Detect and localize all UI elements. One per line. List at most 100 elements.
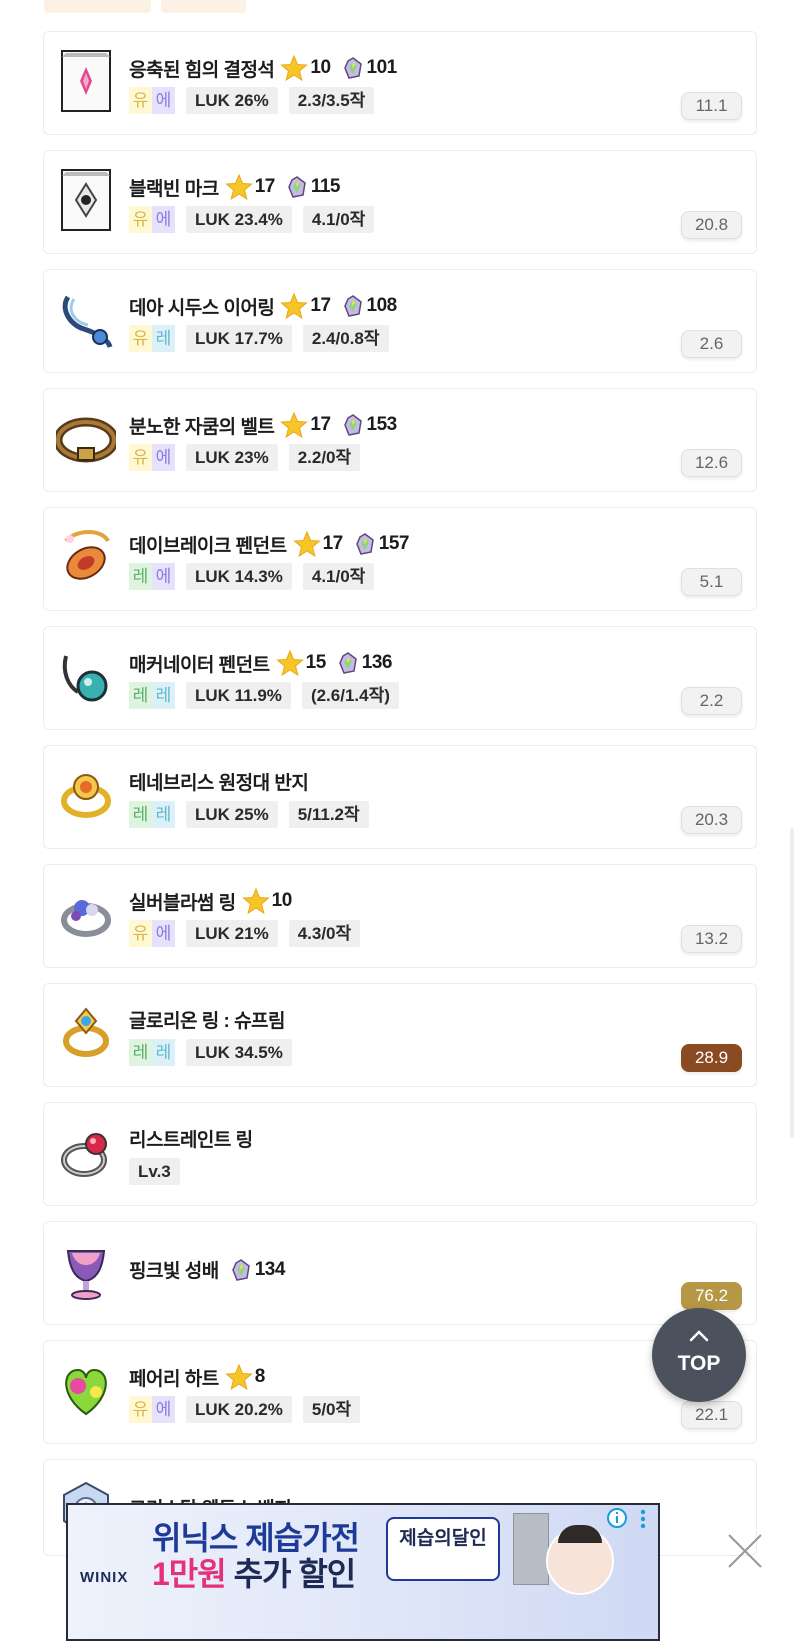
item-title-row: 블랙빈 마크 17 115 bbox=[129, 173, 340, 201]
stat-chip: 2.4/0.8작 bbox=[302, 325, 389, 352]
pendant-teal-icon bbox=[56, 642, 116, 710]
item-chip-row: 레 레 LUK 34.5% bbox=[129, 1039, 292, 1066]
more-options-icon[interactable] bbox=[640, 1509, 646, 1529]
potential-grade-badge: 레레 bbox=[129, 801, 175, 828]
filter-pill[interactable] bbox=[44, 0, 151, 13]
grade-letter: 유 bbox=[129, 1396, 152, 1423]
stat-chip: LUK 20.2% bbox=[186, 1396, 292, 1423]
stat-chip: 2.3/3.5작 bbox=[288, 87, 375, 114]
flame-gem-icon bbox=[338, 652, 357, 674]
equipment-card[interactable]: 글로리온 링 : 슈프림레 레 LUK 34.5% 28.9 bbox=[43, 983, 757, 1087]
flame-gem-icon bbox=[355, 533, 374, 555]
ad-subheadline: 1만원 추가 할인 bbox=[152, 1549, 356, 1595]
item-title-row: 핑크빛 성배 134 bbox=[129, 1256, 285, 1283]
stat-chip: LUK 23.4% bbox=[186, 206, 292, 233]
ring-silver-icon bbox=[56, 880, 116, 948]
grade-letter: 레 bbox=[129, 563, 152, 590]
star-count: 17 bbox=[322, 533, 344, 554]
stat-chip: 5/0작 bbox=[302, 1396, 361, 1423]
grade-letter: 레 bbox=[129, 801, 152, 828]
stat-chip: LUK 17.7% bbox=[186, 325, 292, 352]
equipment-card[interactable]: 응축된 힘의 결정석 10 101 유 에 LUK 26% 2.3/3.5작 11.1 bbox=[43, 31, 757, 135]
item-name: 분노한 자쿰의 벨트 bbox=[129, 416, 275, 438]
top-filter-pills bbox=[44, 0, 246, 13]
flame-gem-icon bbox=[231, 1258, 250, 1281]
flame-score: 108 bbox=[366, 295, 398, 316]
belt-icon bbox=[56, 404, 116, 472]
ad-model-image bbox=[546, 1525, 614, 1595]
item-chip-row: Lv.3 bbox=[129, 1158, 180, 1185]
equipment-card[interactable]: 블랙빈 마크 17 115 유 에 LUK 23.4% 4.1/0작 20.8 bbox=[43, 150, 757, 254]
flame-gem-icon bbox=[288, 176, 306, 198]
potential-grade-badge: 유에 bbox=[129, 206, 175, 233]
potential-grade-badge: 유에 bbox=[129, 444, 175, 471]
item-name: 블랙빈 마크 bbox=[129, 178, 219, 200]
equipment-card[interactable]: 페어리 하트 8 유 에 LUK 20.2% 5/0작 22.1 bbox=[43, 1340, 757, 1444]
ad-cta-button[interactable]: 제습의달인 bbox=[386, 1517, 500, 1581]
grade-letter: 에 bbox=[152, 920, 175, 947]
stat-chip: LUK 14.3% bbox=[186, 563, 292, 590]
item-name: 핑크빛 성배 bbox=[129, 1261, 219, 1282]
flame-gem-icon bbox=[343, 414, 362, 436]
equipment-card[interactable]: 핑크빛 성배 134 76.2 bbox=[43, 1221, 757, 1325]
equipment-card[interactable]: 데아 시두스 이어링 17 108 유 레 LUK 17.7% 2.4/0.8작 2.6 bbox=[43, 269, 757, 373]
item-chip-row: 유 에 LUK 23% 2.2/0작 bbox=[129, 444, 361, 471]
item-title-row: 데아 시두스 이어링 17 108 bbox=[129, 292, 397, 320]
close-ad-icon[interactable] bbox=[726, 1532, 764, 1570]
potential-grade-badge: 유레 bbox=[129, 325, 175, 352]
star-force-icon bbox=[241, 887, 270, 915]
stat-chip: 2.2/0작 bbox=[288, 444, 361, 471]
item-title-row: 데이브레이크 펜던트 17 157 bbox=[129, 530, 409, 558]
star-force-icon bbox=[292, 530, 321, 558]
score-badge: 22.1 bbox=[681, 1401, 742, 1429]
item-chip-row: 레 레 LUK 11.9% (2.6/1.4작) bbox=[129, 682, 399, 709]
grade-letter: 유 bbox=[129, 444, 152, 471]
potential-grade-badge: 유에 bbox=[129, 920, 175, 947]
equipment-card[interactable]: 데이브레이크 펜던트 17 157 레 에 LUK 14.3% 4.1/0작 5.1 bbox=[43, 507, 757, 611]
grade-letter: 유 bbox=[129, 87, 152, 114]
grade-letter: 유 bbox=[129, 920, 152, 947]
item-chip-row: 유 에 LUK 23.4% 4.1/0작 bbox=[129, 206, 375, 233]
item-title-row: 글로리온 링 : 슈프림 bbox=[129, 1006, 286, 1033]
flame-score: 101 bbox=[366, 57, 398, 78]
flame-score: 153 bbox=[366, 414, 398, 435]
grade-letter: 레 bbox=[152, 801, 175, 828]
grade-letter: 레 bbox=[129, 682, 152, 709]
chalice-icon bbox=[56, 1237, 116, 1305]
grade-letter: 에 bbox=[152, 206, 175, 233]
grade-letter: 에 bbox=[152, 563, 175, 590]
flame-score: 157 bbox=[378, 533, 410, 554]
flame-score: 115 bbox=[310, 176, 341, 197]
filter-pill[interactable] bbox=[161, 0, 246, 13]
item-name: 실버블라썸 링 bbox=[129, 892, 236, 914]
star-force-icon bbox=[275, 649, 304, 677]
scrollbar[interactable] bbox=[790, 828, 794, 1138]
stat-chip: 4.1/0작 bbox=[302, 563, 375, 590]
score-badge: 11.1 bbox=[681, 92, 742, 120]
item-name: 글로리온 링 : 슈프림 bbox=[129, 1011, 286, 1032]
grade-letter: 레 bbox=[152, 682, 175, 709]
item-chip-row: 유 에 LUK 26% 2.3/3.5작 bbox=[129, 87, 375, 114]
info-icon[interactable] bbox=[606, 1507, 628, 1529]
star-count: 15 bbox=[305, 652, 327, 673]
item-title-row: 분노한 자쿰의 벨트 17 153 bbox=[129, 411, 397, 439]
equipment-card[interactable]: 테네브리스 원정대 반지 레 레 LUK 25% 5/11.2작 20.3 bbox=[43, 745, 757, 849]
equipment-card[interactable]: 분노한 자쿰의 벨트 17 153 유 에 LUK 23% 2.2/0작 12.6 bbox=[43, 388, 757, 492]
ring-restraint-icon bbox=[56, 1118, 116, 1186]
potential-grade-badge: 레에 bbox=[129, 563, 175, 590]
equipment-card[interactable]: 실버블라썸 링 10 유 에 LUK 21% 4.3/0작 13.2 bbox=[43, 864, 757, 968]
ad-brand: WINIX bbox=[80, 1569, 129, 1586]
stat-chip: LUK 26% bbox=[186, 87, 278, 114]
score-badge: 2.2 bbox=[681, 687, 742, 715]
stat-chip: Lv.3 bbox=[129, 1158, 180, 1185]
stat-chip: LUK 23% bbox=[186, 444, 278, 471]
scroll-to-top-button[interactable]: TOP bbox=[652, 1308, 746, 1402]
crystal-icon bbox=[56, 47, 116, 115]
ad-product-image bbox=[513, 1513, 549, 1585]
ad-banner[interactable]: WINIX 위닉스 제습가전 1만원 추가 할인 제습의달인 bbox=[66, 1503, 660, 1641]
item-chip-row: 유 레 LUK 17.7% 2.4/0.8작 bbox=[129, 325, 389, 352]
equipment-card[interactable]: 매커네이터 펜던트 15 136 레 레 LUK 11.9% (2.6/1.4작) 2.2 bbox=[43, 626, 757, 730]
item-name: 응축된 힘의 결정석 bbox=[129, 59, 275, 81]
equipment-card[interactable]: 리스트레인트 링 Lv.3 bbox=[43, 1102, 757, 1206]
score-badge: 28.9 bbox=[681, 1044, 742, 1072]
